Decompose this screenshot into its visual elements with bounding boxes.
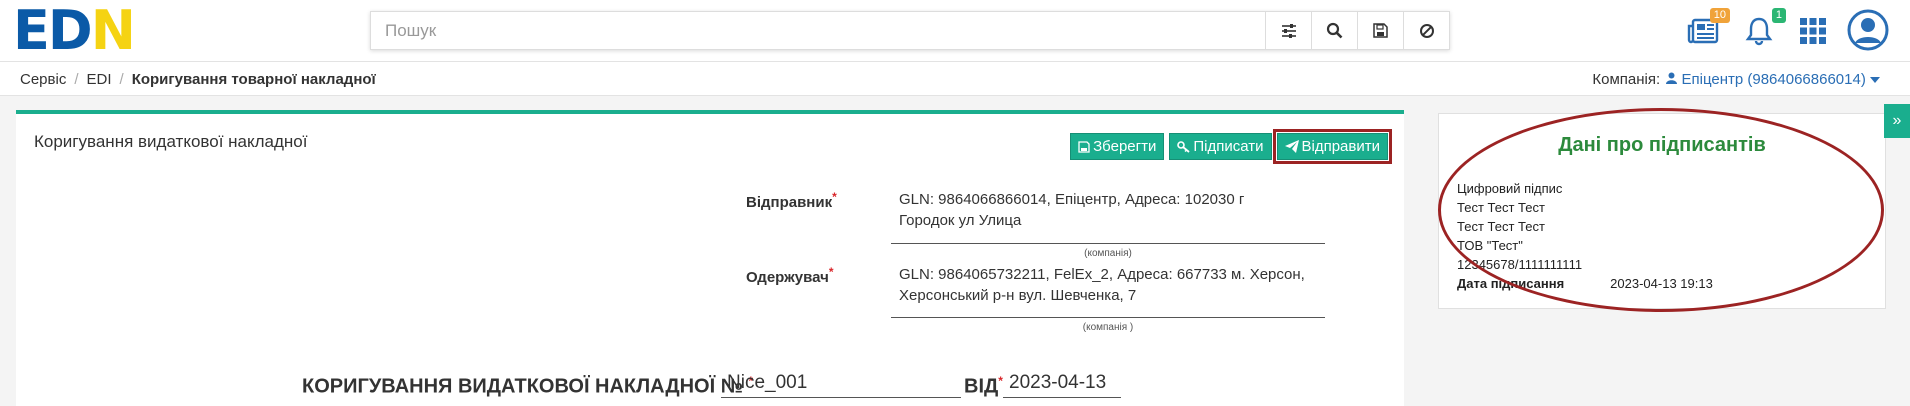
clear-search-button[interactable] — [1403, 12, 1449, 49]
signer-line: ТОВ "Тест" — [1457, 238, 1523, 253]
filter-settings-button[interactable] — [1265, 12, 1311, 49]
sign-button-label: Підписати — [1193, 138, 1264, 155]
send-button[interactable]: Відправити — [1272, 129, 1392, 164]
sliders-icon — [1281, 23, 1296, 38]
receiver-value[interactable]: GLN: 9864065732211, FelEx_2, Адреса: 667… — [899, 264, 1305, 306]
receiver-line-1: GLN: 9864065732211, FelEx_2, Адреса: 667… — [899, 266, 1305, 283]
breadcrumb-edi[interactable]: EDI — [87, 71, 112, 88]
sender-caption: (компанія) — [1084, 248, 1132, 259]
breadcrumb: Сервіс / EDI / Коригування товарної накл… — [20, 71, 376, 88]
receiver-line-2: Херсонський р-н вул. Шевченка, 7 — [899, 287, 1137, 304]
user-icon — [1666, 72, 1678, 84]
document-number-title: КОРИГУВАННЯ ВИДАТКОВОЇ НАКЛАДНОЇ № * — [302, 374, 754, 398]
receiver-caption: (компанія ) — [1082, 322, 1134, 333]
signing-date-row: Дата підписання 2023-04-13 19:13 — [1457, 274, 1713, 293]
required-mark: * — [832, 190, 837, 204]
floppy-icon — [1373, 23, 1388, 38]
logo-letter-e: E — [13, 0, 50, 62]
logo-letter-n: N — [90, 0, 136, 62]
signers-title: Дані про підписантів — [1558, 134, 1766, 156]
sender-line-2: Городок ул Улица — [899, 212, 1022, 229]
save-button-label: Зберегти — [1093, 138, 1157, 155]
ban-icon — [1419, 23, 1434, 38]
sender-label: Відправник* — [746, 190, 837, 211]
signing-date-value: 2023-04-13 19:13 — [1610, 276, 1713, 291]
company-label: Компанія: — [1592, 71, 1661, 88]
grid-icon — [1800, 18, 1826, 44]
company-value[interactable]: Епіцентр (9864066866014) — [1681, 71, 1865, 88]
send-button-label: Відправити — [1301, 138, 1381, 155]
floppy-icon — [1078, 140, 1090, 153]
signers-panel: Дані про підписантів Цифровий підпис Тес… — [1438, 113, 1886, 309]
search-icon — [1326, 22, 1343, 39]
breadcrumb-service[interactable]: Сервіс — [20, 71, 66, 88]
documents-count-badge: 10 — [1709, 8, 1730, 23]
user-avatar-button[interactable] — [1846, 8, 1890, 52]
sender-value[interactable]: GLN: 9864066866014, Епіцентр, Адреса: 10… — [899, 189, 1244, 231]
user-circle-icon — [1847, 9, 1889, 51]
search-input[interactable] — [371, 12, 1265, 49]
receiver-label: Одержувач* — [746, 265, 834, 286]
double-chevron-right-icon: » — [1892, 112, 1902, 129]
search-button[interactable] — [1311, 12, 1357, 49]
sender-line-1: GLN: 9864066866014, Епіцентр, Адреса: 10… — [899, 191, 1245, 208]
breadcrumb-separator: / — [119, 71, 124, 88]
document-date-input[interactable]: 2023-04-13 — [1003, 372, 1121, 398]
collapse-panel-button[interactable]: » — [1884, 104, 1910, 138]
paper-plane-icon — [1284, 140, 1299, 153]
document-actions: Зберегти Підписати Відправити — [1070, 129, 1392, 164]
receiver-underline — [891, 317, 1325, 318]
breadcrumb-separator: / — [74, 71, 79, 88]
sign-button[interactable]: Підписати — [1169, 133, 1272, 160]
signer-line: 12345678/1111111111 — [1457, 257, 1583, 272]
top-bar: E D N 10 1 — [0, 0, 1910, 62]
logo-letter-d: D — [47, 0, 93, 62]
notifications-count-badge: 1 — [1771, 8, 1786, 23]
notifications-button[interactable]: 1 — [1742, 8, 1786, 48]
key-icon — [1177, 140, 1190, 153]
document-number-row: КОРИГУВАННЯ ВИДАТКОВОЇ НАКЛАДНОЇ № * Nic… — [16, 368, 1404, 398]
signer-line: Цифровий підпис — [1457, 181, 1563, 196]
breadcrumb-current: Коригування товарної накладної — [131, 71, 376, 88]
document-card: Коригування видаткової накладної Зберегт… — [16, 110, 1404, 406]
documents-button[interactable]: 10 — [1686, 8, 1730, 48]
signers-details: Цифровий підпис Тест Тест Тест Тест Тест… — [1457, 179, 1713, 293]
document-title: Коригування видаткової накладної — [34, 132, 308, 151]
breadcrumb-bar: Сервіс / EDI / Коригування товарної накл… — [0, 62, 1910, 96]
document-number-input[interactable]: Nice_001 — [721, 372, 961, 398]
caret-down-icon — [1870, 77, 1880, 83]
search-bar — [370, 11, 1450, 50]
signing-date-label: Дата підписання — [1457, 276, 1565, 291]
sender-underline — [891, 243, 1325, 244]
bell-icon — [1745, 17, 1773, 46]
edin-logo[interactable]: E D N — [13, 0, 136, 62]
signer-line: Тест Тест Тест — [1457, 200, 1545, 215]
save-button[interactable]: Зберегти — [1070, 133, 1165, 160]
save-search-button[interactable] — [1357, 12, 1403, 49]
date-label: ВІД* — [964, 374, 1003, 398]
apps-menu-button[interactable] — [1796, 14, 1830, 48]
required-mark: * — [828, 265, 834, 279]
signer-line: Тест Тест Тест — [1457, 219, 1545, 234]
company-selector[interactable]: Компанія: Епіцентр (9864066866014) — [1592, 71, 1880, 88]
